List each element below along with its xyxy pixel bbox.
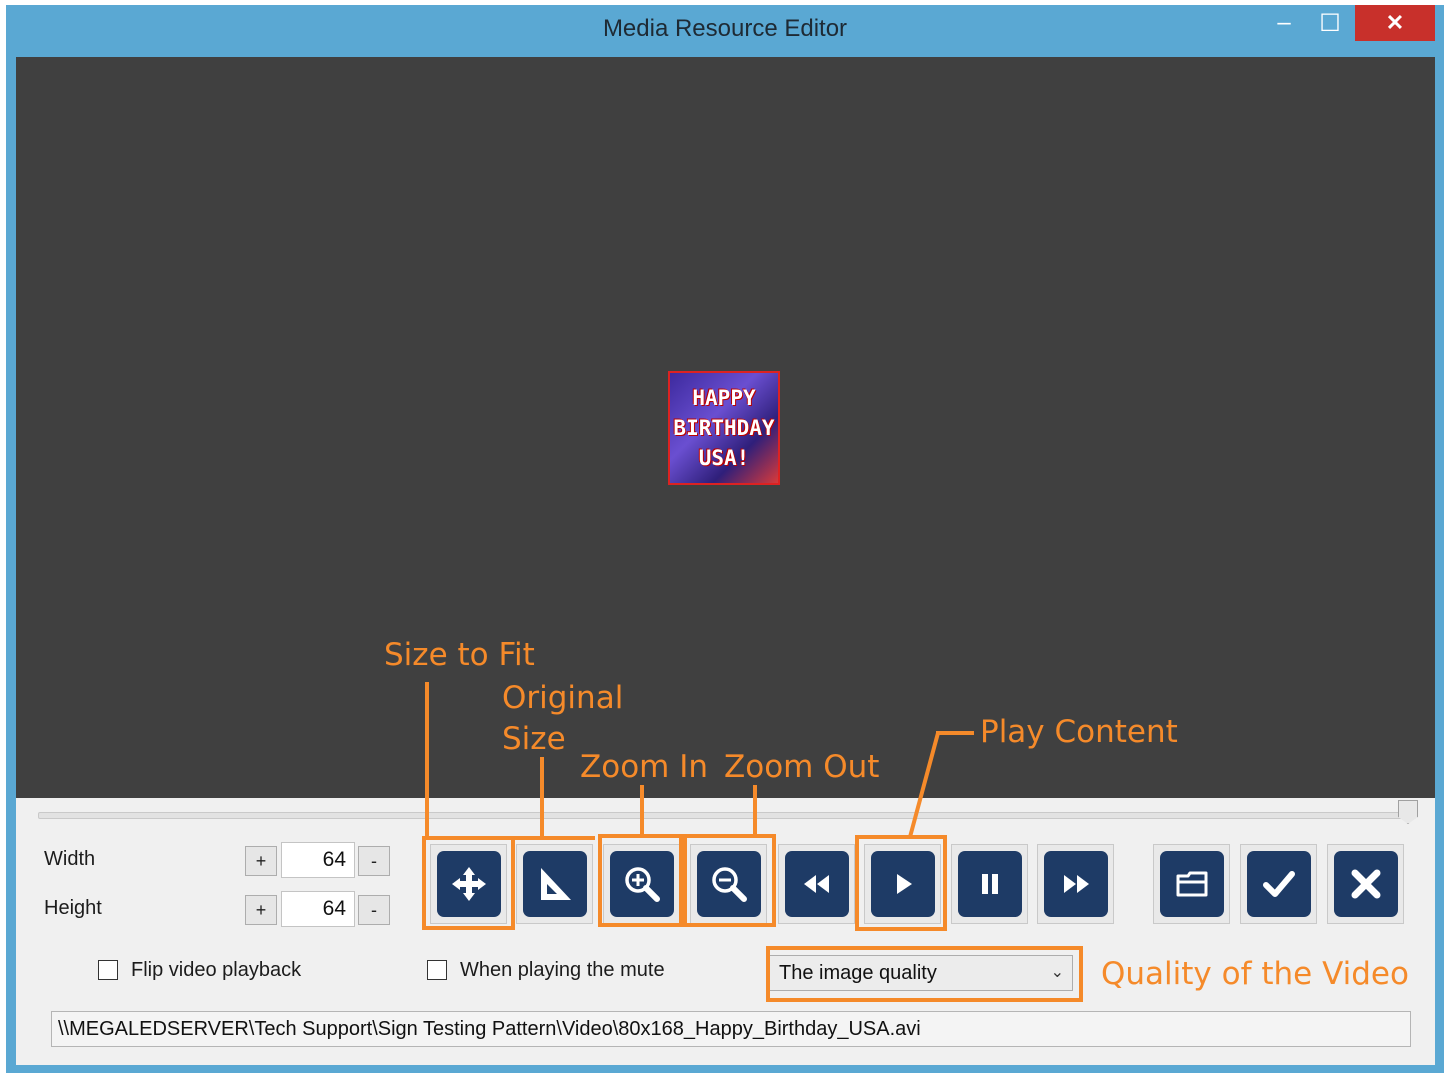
annotation-zoom-in: Zoom In [580, 749, 709, 785]
flip-video-label: Flip video playback [131, 959, 302, 981]
close-window-button[interactable]: ✕ [1355, 5, 1435, 41]
width-label: Width [44, 848, 96, 870]
seek-handle[interactable] [1398, 800, 1418, 824]
mute-label: When playing the mute [460, 959, 665, 981]
media-resource-editor-window: Media Resource Editor – ☐ ✕ HAPPY BIRTHD… [6, 5, 1444, 1073]
thumbnail-line: HAPPY [692, 386, 756, 410]
annotation-original-size-line1: Original [502, 680, 624, 716]
set-square-icon [540, 868, 571, 900]
annotation-quality: Quality of the Video [1101, 956, 1409, 992]
annotation-box [683, 834, 776, 927]
fast-forward-icon [1063, 875, 1089, 893]
fast-forward-button[interactable] [1037, 844, 1114, 924]
mute-checkbox[interactable] [427, 960, 447, 980]
original-size-button[interactable] [516, 844, 593, 924]
flip-video-checkbox[interactable] [98, 960, 118, 980]
width-decrease-button[interactable]: - [358, 846, 390, 876]
editor-client-area: HAPPY BIRTHDAY USA! Width Height + 64 - … [16, 57, 1435, 1065]
annotation-line [425, 682, 429, 837]
open-folder-button[interactable] [1153, 844, 1230, 924]
annotation-original-size-line2: Size [502, 721, 566, 757]
thumbnail-line: USA! [698, 446, 750, 470]
folder-icon [1176, 871, 1207, 897]
check-icon [1262, 871, 1295, 897]
annotation-line [753, 785, 757, 837]
height-field[interactable]: 64 [281, 891, 355, 927]
close-icon [1351, 869, 1380, 899]
file-path-field[interactable]: \\MEGALEDSERVER\Tech Support\Sign Testin… [51, 1011, 1411, 1047]
annotation-box [855, 835, 947, 931]
thumbnail-line: BIRTHDAY [673, 416, 775, 440]
annotation-pointer [908, 732, 940, 838]
annotation-line [515, 836, 595, 840]
width-increase-button[interactable]: + [245, 846, 277, 876]
height-increase-button[interactable]: + [245, 895, 277, 925]
annotation-zoom-out: Zoom Out [724, 749, 880, 785]
pause-icon [981, 874, 998, 894]
annotation-play-content: Play Content [980, 714, 1178, 750]
annotation-box [766, 946, 1083, 1002]
video-preview-area[interactable]: HAPPY BIRTHDAY USA! [16, 57, 1435, 798]
annotation-line [640, 785, 644, 837]
title-bar[interactable]: Media Resource Editor – ☐ ✕ [6, 5, 1444, 57]
maximize-button[interactable]: ☐ [1310, 5, 1350, 41]
video-thumbnail: HAPPY BIRTHDAY USA! [668, 371, 780, 485]
annotation-size-to-fit: Size to Fit [384, 637, 535, 673]
rewind-icon [803, 875, 829, 893]
height-decrease-button[interactable]: - [358, 895, 390, 925]
confirm-button[interactable] [1240, 844, 1317, 924]
height-label: Height [44, 897, 102, 919]
rewind-button[interactable] [778, 844, 855, 924]
seek-track[interactable] [38, 812, 1416, 819]
width-field[interactable]: 64 [281, 842, 355, 878]
pause-button[interactable] [951, 844, 1028, 924]
minimize-button[interactable]: – [1264, 5, 1304, 41]
annotation-box [598, 834, 683, 927]
annotation-line [540, 757, 544, 837]
window-title: Media Resource Editor [602, 15, 848, 42]
annotation-box [422, 836, 515, 930]
cancel-button[interactable] [1327, 844, 1404, 924]
